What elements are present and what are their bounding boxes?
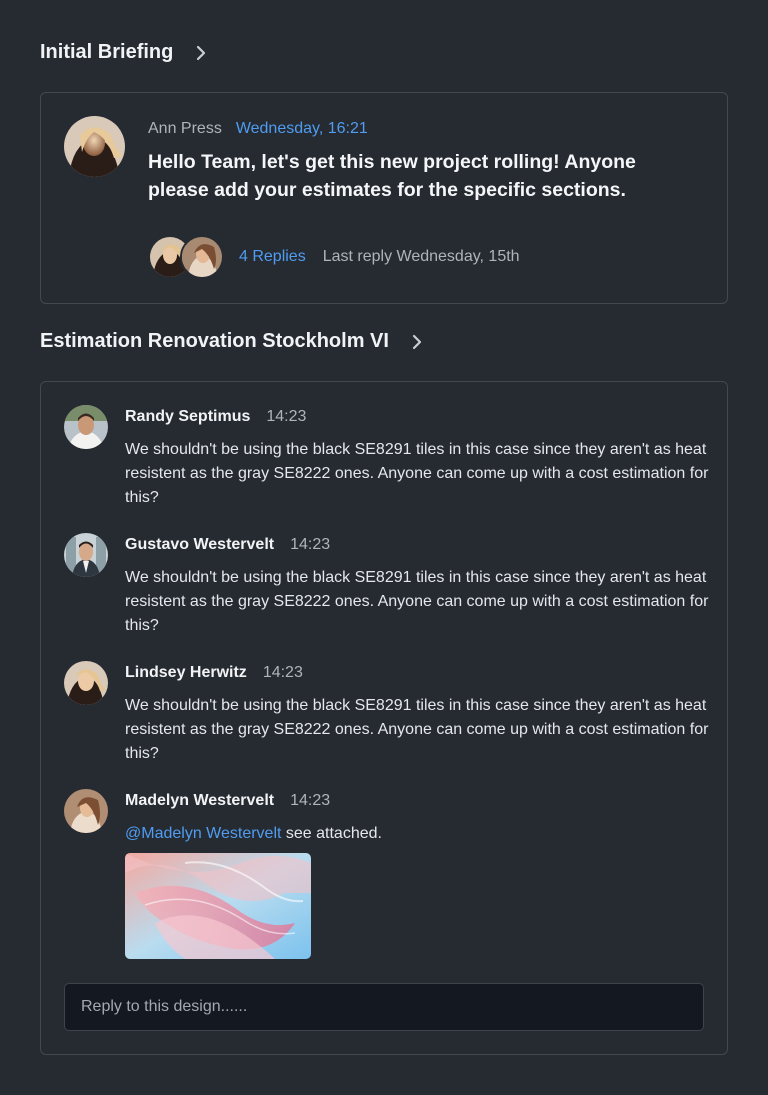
thread-card: Randy Septimus 14:23 We shouldn't be usi… <box>40 381 728 1055</box>
reply-avatars <box>148 235 226 279</box>
comment-text: @Madelyn Westervelt see attached. <box>125 822 715 846</box>
reply-input[interactable] <box>64 983 704 1031</box>
comment-author[interactable]: Gustavo Westervelt <box>125 536 274 554</box>
avatar <box>180 235 224 279</box>
comment-item: Lindsey Herwitz 14:23 We shouldn't be us… <box>64 661 708 771</box>
replies-link[interactable]: 4 Replies <box>239 248 306 266</box>
post-timestamp: Wednesday, 16:21 <box>235 120 368 137</box>
chevron-right-icon[interactable] <box>195 45 207 61</box>
chevron-right-icon[interactable] <box>411 334 423 350</box>
comment-text-body: see attached. <box>281 825 382 842</box>
comment-time: 14:23 <box>262 664 303 681</box>
comment-time: 14:23 <box>266 408 307 425</box>
comment-text: We shouldn't be using the black SE8291 t… <box>125 697 709 762</box>
comment-author[interactable]: Lindsey Herwitz <box>125 664 247 682</box>
section-title: Initial Briefing <box>40 41 174 63</box>
avatar[interactable] <box>64 789 108 833</box>
comment-item: Randy Septimus 14:23 We shouldn't be usi… <box>64 405 708 515</box>
avatar[interactable] <box>64 116 125 177</box>
avatar[interactable] <box>64 661 108 705</box>
section-header-initial-briefing[interactable]: Initial Briefing <box>40 41 207 64</box>
last-reply-text: Last reply Wednesday, 15th <box>322 248 520 265</box>
comment-item: Madelyn Westervelt 14:23 @Madelyn Wester… <box>64 789 704 961</box>
avatar[interactable] <box>64 533 108 577</box>
user-mention[interactable]: @Madelyn Westervelt <box>125 825 281 842</box>
comment-time: 14:23 <box>290 536 331 553</box>
post-author[interactable]: Ann Press <box>148 120 222 138</box>
avatar[interactable] <box>64 405 108 449</box>
comment-author[interactable]: Madelyn Westervelt <box>125 792 274 810</box>
post-text: Hello Team, let's get this new project r… <box>148 151 636 201</box>
comment-author[interactable]: Randy Septimus <box>125 408 250 426</box>
comment-text: We shouldn't be using the black SE8291 t… <box>125 441 709 506</box>
comment-item: Gustavo Westervelt 14:23 We shouldn't be… <box>64 533 708 643</box>
briefing-card: Ann Press Wednesday, 16:21 Hello Team, l… <box>40 92 728 304</box>
comment-time: 14:23 <box>290 792 331 809</box>
section-header-estimation[interactable]: Estimation Renovation Stockholm VI <box>40 330 423 353</box>
section-title: Estimation Renovation Stockholm VI <box>40 330 389 352</box>
image-attachment[interactable] <box>125 853 311 959</box>
comment-text: We shouldn't be using the black SE8291 t… <box>125 569 709 634</box>
replies-row: 4 Replies Last reply Wednesday, 15th <box>148 235 520 279</box>
